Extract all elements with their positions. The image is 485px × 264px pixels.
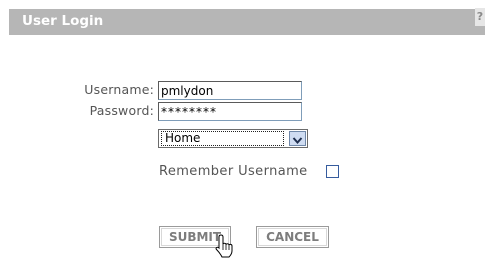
- username-field[interactable]: [158, 81, 302, 100]
- chevron-down-icon[interactable]: [289, 131, 306, 146]
- help-button[interactable]: ?: [475, 8, 485, 26]
- remember-username-checkbox[interactable]: [326, 165, 339, 178]
- hand-pointer-icon: [214, 234, 238, 260]
- password-label: Password:: [89, 103, 154, 118]
- page-title: User Login: [22, 13, 104, 29]
- remember-username-label: Remember Username: [159, 164, 308, 179]
- cancel-button-label: CANCEL: [266, 230, 319, 244]
- location-select[interactable]: Home: [158, 129, 308, 148]
- location-select-value: Home: [161, 131, 284, 146]
- password-field[interactable]: [158, 102, 302, 121]
- cancel-button[interactable]: CANCEL: [256, 226, 329, 248]
- login-header: User Login: [9, 9, 485, 35]
- username-label: Username:: [84, 82, 154, 97]
